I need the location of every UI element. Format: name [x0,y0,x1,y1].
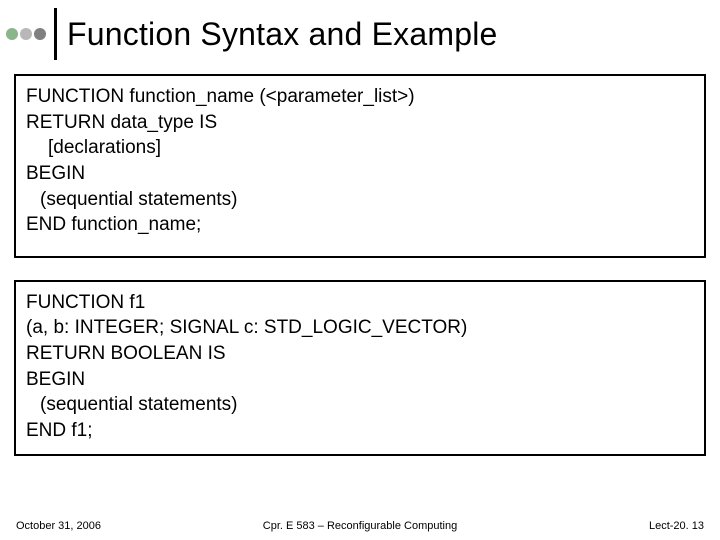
decorative-dots [0,28,46,40]
code-line: END function_name; [26,212,694,238]
footer-course: Cpr. E 583 – Reconfigurable Computing [263,520,457,532]
code-line: FUNCTION f1 [26,290,694,316]
footer: October 31, 2006 Cpr. E 583 – Reconfigur… [0,520,720,532]
title-row: Function Syntax and Example [0,0,720,66]
example-box: FUNCTION f1 (a, b: INTEGER; SIGNAL c: ST… [14,280,706,456]
code-line: BEGIN [26,367,694,393]
code-line: FUNCTION function_name (<parameter_list>… [26,84,694,110]
dot-icon [20,28,32,40]
code-line: RETURN data_type IS [26,110,694,136]
title-divider [54,8,57,60]
code-line: [declarations] [26,135,694,161]
code-line: (sequential statements) [26,187,694,213]
code-line: END f1; [26,418,694,444]
code-line: (a, b: INTEGER; SIGNAL c: STD_LOGIC_VECT… [26,315,694,341]
dot-icon [34,28,46,40]
footer-page: Lect-20. 13 [649,520,704,532]
dot-icon [6,28,18,40]
footer-date: October 31, 2006 [16,520,101,532]
code-line: (sequential statements) [26,392,694,418]
code-line: BEGIN [26,161,694,187]
syntax-box: FUNCTION function_name (<parameter_list>… [14,74,706,258]
code-line: RETURN BOOLEAN IS [26,341,694,367]
page-title: Function Syntax and Example [67,16,498,53]
